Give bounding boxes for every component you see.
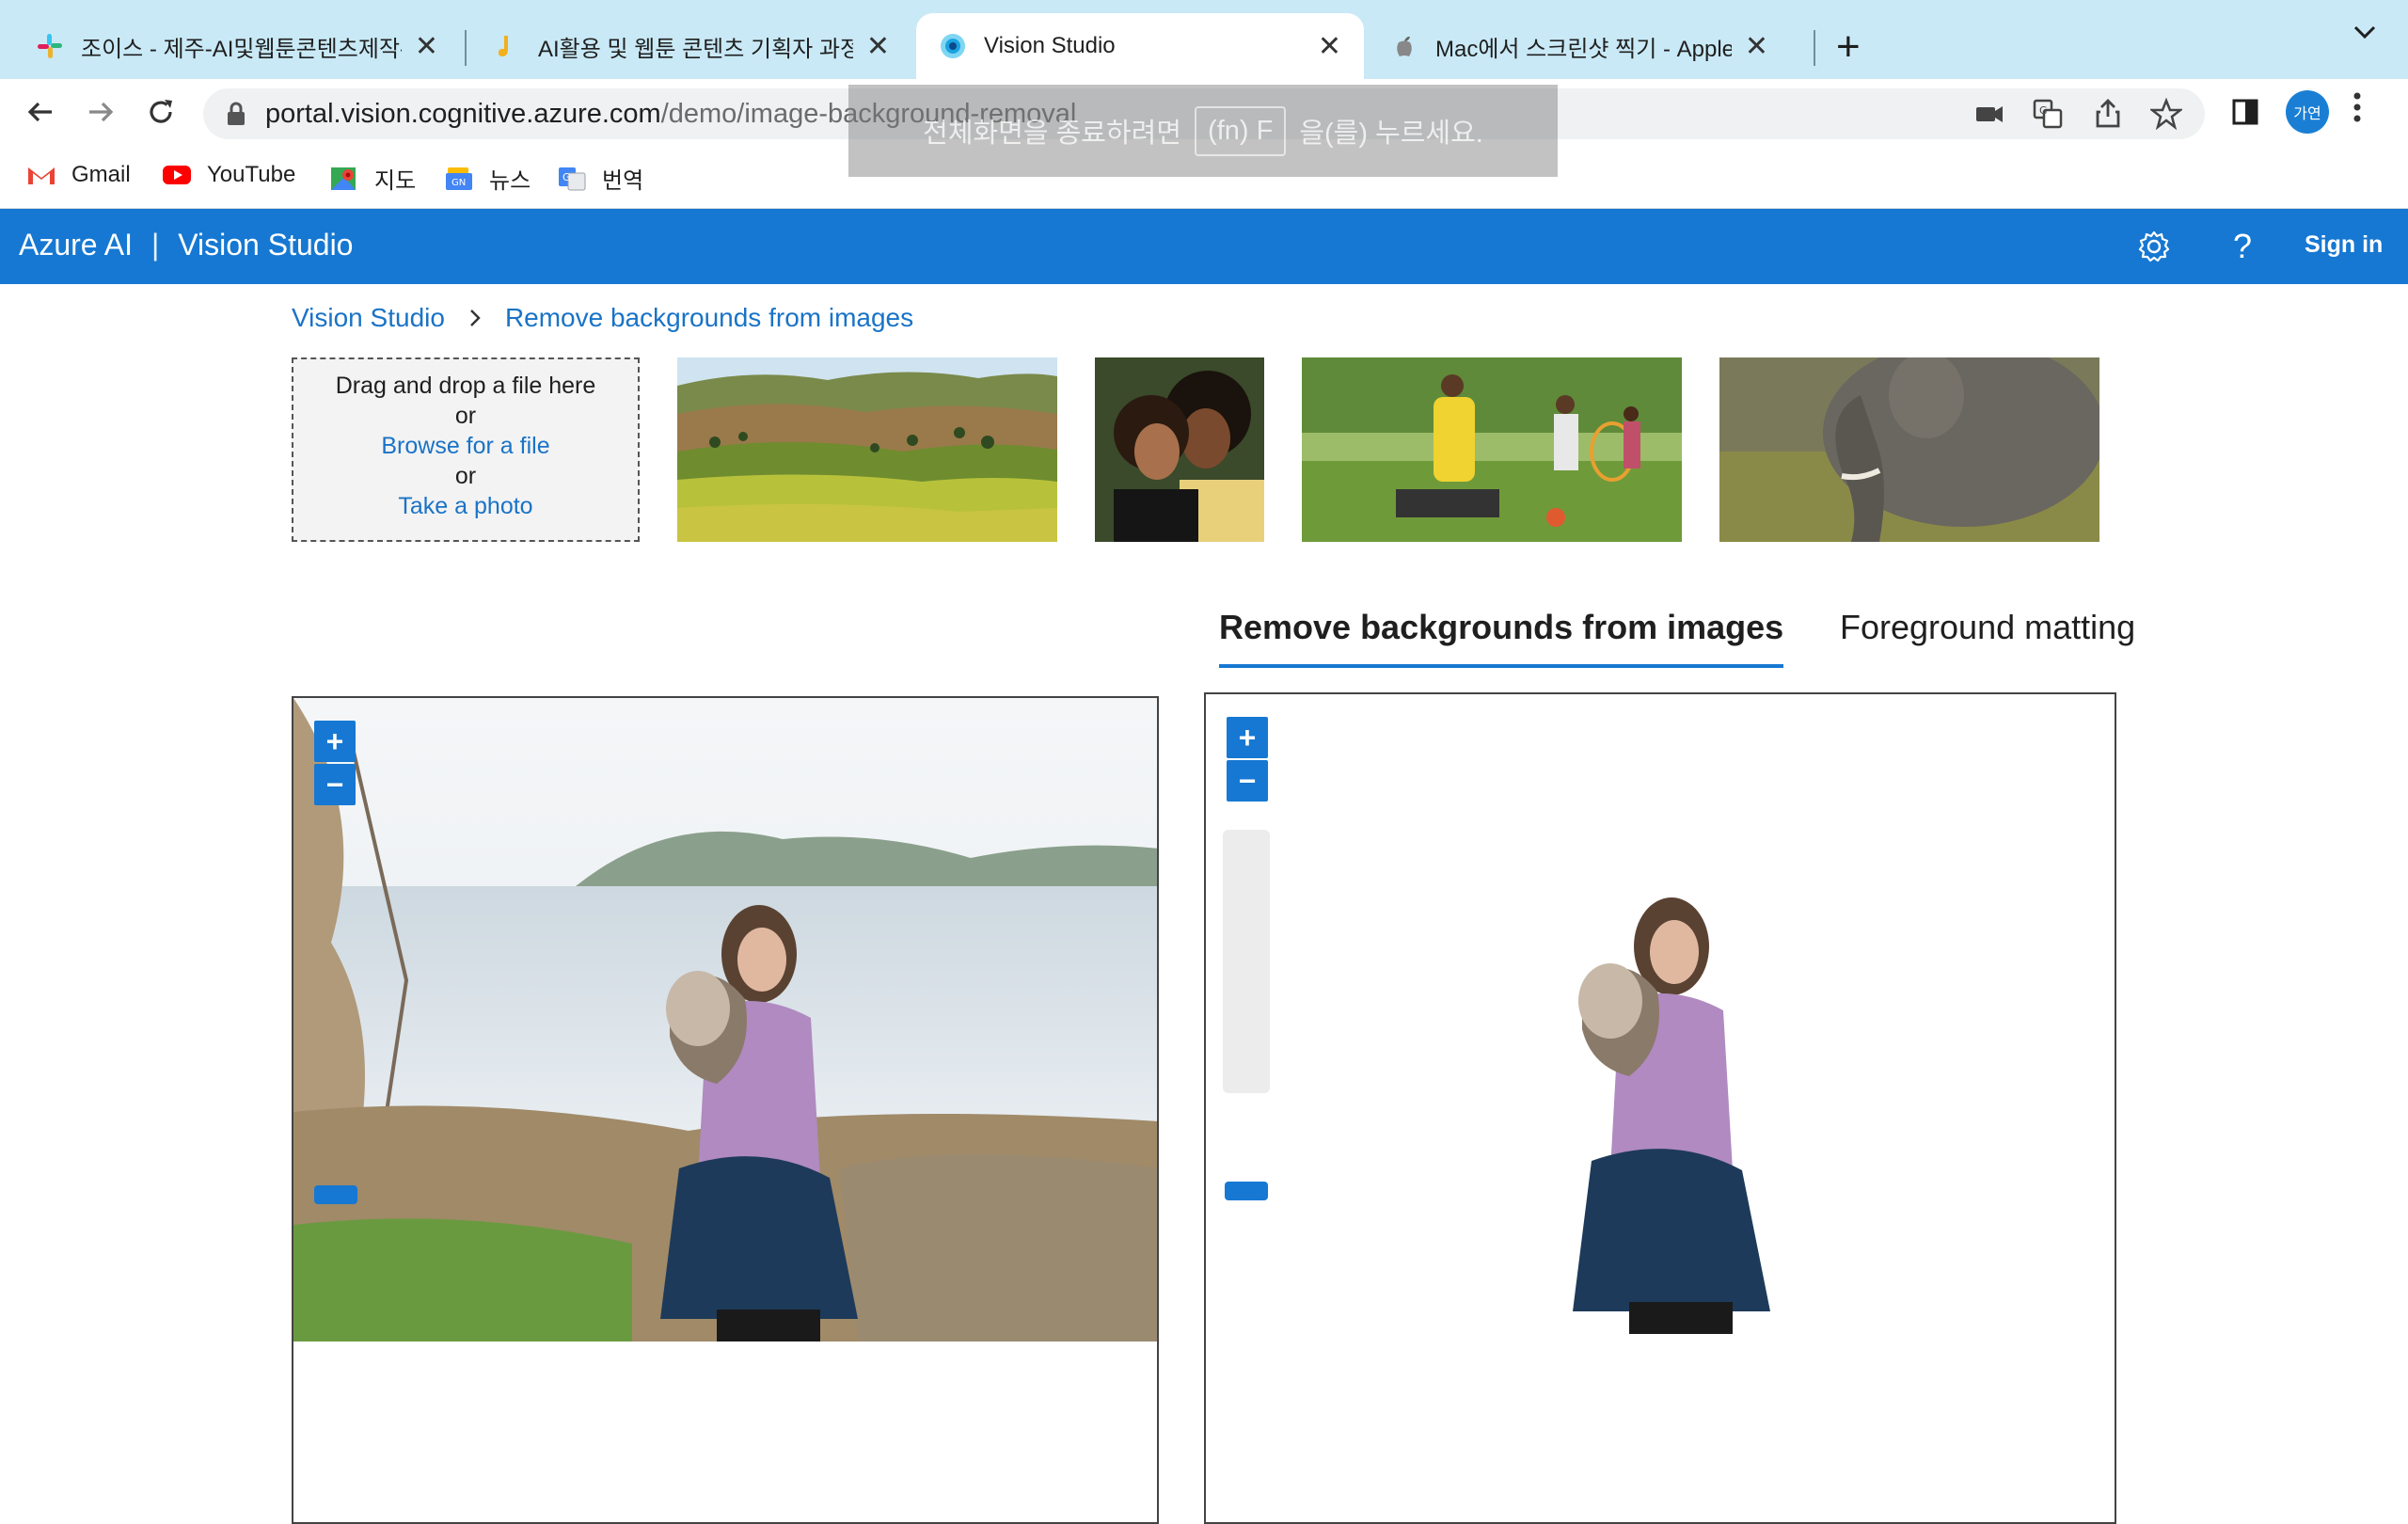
forward-button[interactable]: [75, 87, 126, 137]
foreground-cutout-image: [1573, 897, 1770, 1334]
browse-file-link[interactable]: Browse for a file: [293, 431, 638, 461]
vision-studio-icon: [941, 34, 965, 58]
active-tab-indicator: [1219, 664, 1783, 668]
sample-image-landscape[interactable]: [677, 357, 1057, 542]
profile-avatar[interactable]: 가연: [2286, 90, 2329, 134]
browser-tab-slack[interactable]: 조이스 - 제주-AI및웹툰콘텐츠제작-그 ✕: [13, 13, 461, 79]
tab-title: 조이스 - 제주-AI및웹툰콘텐츠제작-그: [81, 36, 402, 62]
sample-image-portrait[interactable]: [1095, 357, 1264, 542]
url-host: portal.vision.cognitive.azure.com: [265, 99, 661, 129]
tab-divider: [465, 30, 467, 66]
zoom-slider-thumb[interactable]: [314, 1185, 357, 1204]
bookmark-translate[interactable]: G 번역: [557, 162, 643, 195]
tab-foreground-matting[interactable]: Foreground matting: [1840, 608, 2135, 647]
brand-azure-ai: Azure AI: [19, 228, 133, 262]
zoom-slider-track[interactable]: [1223, 830, 1270, 1093]
more-menu-icon[interactable]: [2352, 88, 2363, 126]
news-icon: GN: [446, 167, 472, 190]
tab-title: Vision Studio: [984, 33, 1116, 58]
chevron-down-icon[interactable]: [2352, 23, 2378, 41]
svg-text:GN: GN: [452, 178, 466, 188]
tab-title: Mac에서 스크린샷 찍기 - Apple 지: [1435, 36, 1732, 62]
translate-icon: G: [559, 167, 586, 190]
arrow-left-icon: [27, 102, 52, 122]
fullscreen-hint-after: 을(를) 누르세요.: [1299, 119, 1483, 149]
arrow-right-icon: [89, 102, 114, 122]
browser-tab-vision-studio[interactable]: Vision Studio ✕: [916, 13, 1364, 79]
bookmark-label: 지도: [374, 168, 417, 194]
take-photo-link[interactable]: Take a photo: [293, 491, 638, 521]
browser-tab-apple[interactable]: Mac에서 스크린샷 찍기 - Apple 지 ✕: [1368, 13, 1791, 79]
reload-button[interactable]: [135, 87, 186, 137]
maps-icon: [331, 167, 356, 190]
apple-icon: [1397, 36, 1412, 56]
bookmark-label: 뉴스: [489, 168, 531, 194]
svg-text:G: G: [2039, 104, 2048, 117]
tab-remove-backgrounds[interactable]: Remove backgrounds from images: [1219, 608, 1783, 647]
fullscreen-hint-overlay: 전체화면을 종료하려면 (fn) F 을(를) 누르세요.: [848, 85, 1558, 177]
close-icon[interactable]: ✕: [866, 30, 890, 63]
sample-image-bbq[interactable]: [1302, 357, 1682, 542]
dropzone-or: or: [454, 463, 477, 489]
sign-in-link[interactable]: Sign in: [2305, 231, 2383, 259]
lock-icon: [228, 102, 245, 125]
close-icon[interactable]: ✕: [1745, 30, 1768, 63]
dropzone-instruction: Drag and drop a file here: [335, 373, 596, 399]
close-icon[interactable]: ✕: [415, 30, 438, 63]
tab-title: AI활용 및 웹툰 콘텐츠 기획자 과정 -: [538, 36, 853, 62]
settings-button[interactable]: [2133, 226, 2175, 267]
translate-page-icon[interactable]: G: [2032, 98, 2064, 130]
original-image: [293, 698, 1157, 1341]
bookmark-star-icon[interactable]: [2150, 98, 2182, 130]
bookmark-label: 번역: [602, 168, 644, 194]
slack-icon: [38, 34, 62, 58]
result-image-panel: + −: [1204, 692, 2116, 1524]
browser-tabstrip: 조이스 - 제주-AI및웹툰콘텐츠제작-그 ✕ AI활용 및 웹툰 콘텐츠 기획…: [0, 0, 2408, 79]
browser-tab-course[interactable]: AI활용 및 웹툰 콘텐츠 기획자 과정 - ✕: [470, 13, 912, 79]
new-tab-button[interactable]: +: [1836, 21, 1861, 73]
bookmark-label: Gmail: [71, 162, 131, 187]
tab-divider: [1814, 30, 1815, 66]
close-icon[interactable]: ✕: [1318, 30, 1341, 63]
side-panel-icon: [2232, 99, 2258, 125]
fullscreen-hint-before: 전체화면을 종료하려면: [923, 119, 1182, 149]
camera-icon[interactable]: [1973, 98, 2005, 130]
help-icon[interactable]: ?: [2222, 226, 2263, 267]
zoom-out-button[interactable]: −: [314, 764, 356, 805]
gmail-icon: [28, 167, 55, 184]
svg-text:G: G: [562, 171, 571, 183]
fullscreen-hint-key: (fn) F: [1195, 105, 1287, 156]
brand-separator: |: [150, 228, 160, 262]
side-panel-button[interactable]: [2224, 90, 2267, 134]
breadcrumb: Vision Studio Remove backgrounds from im…: [292, 303, 913, 333]
bookmark-news[interactable]: GN 뉴스: [444, 162, 531, 195]
original-image-panel: + −: [292, 696, 1159, 1524]
zoom-slider-thumb[interactable]: [1225, 1182, 1268, 1200]
brand-vision-studio: Vision Studio: [178, 228, 354, 262]
file-dropzone[interactable]: Drag and drop a file here or Browse for …: [292, 357, 640, 542]
breadcrumb-current[interactable]: Remove backgrounds from images: [505, 303, 913, 333]
sample-image-elephant[interactable]: [1719, 357, 2099, 542]
zoom-in-button[interactable]: +: [314, 721, 356, 762]
bookmark-gmail[interactable]: Gmail: [26, 162, 131, 188]
gear-icon: [2138, 230, 2170, 262]
chevron-right-icon: [470, 310, 481, 326]
breadcrumb-root-link[interactable]: Vision Studio: [292, 303, 445, 333]
zoom-out-button[interactable]: −: [1227, 760, 1268, 802]
zoom-in-button[interactable]: +: [1227, 717, 1268, 758]
brand[interactable]: Azure AI | Vision Studio: [19, 228, 353, 262]
dropzone-or: or: [454, 403, 477, 429]
bookmark-label: YouTube: [207, 162, 296, 187]
youtube-icon: [163, 166, 191, 184]
bookmark-youtube[interactable]: YouTube: [162, 162, 295, 188]
bookmark-maps[interactable]: 지도: [329, 162, 416, 195]
share-icon[interactable]: [2092, 98, 2124, 130]
app-header: Azure AI | Vision Studio ? Sign in: [0, 209, 2408, 284]
back-button[interactable]: [15, 87, 66, 137]
course-site-icon: [499, 36, 508, 56]
reload-icon: [150, 100, 172, 123]
